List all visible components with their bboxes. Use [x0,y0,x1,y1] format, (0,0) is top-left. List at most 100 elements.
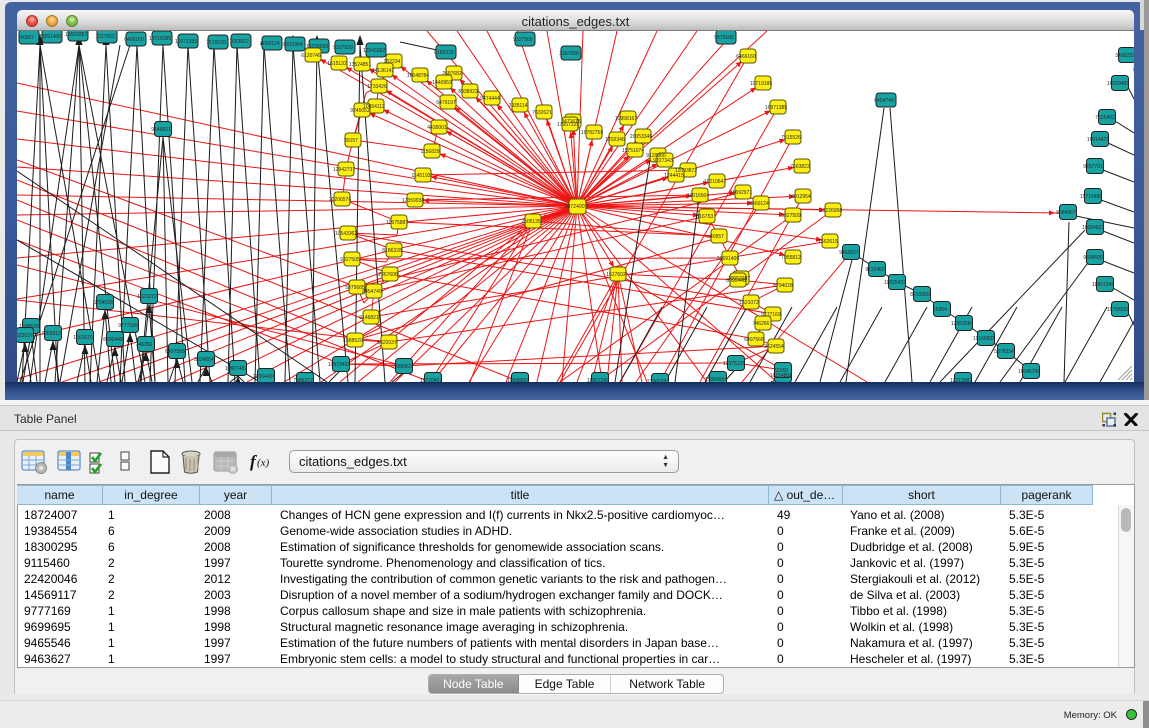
svg-text:9227343: 9227343 [653,158,673,164]
svg-text:8990448: 8990448 [726,278,746,284]
svg-text:10958167: 10958167 [615,116,637,122]
svg-text:1562615: 1562615 [818,239,838,245]
svg-text:2505135: 2505135 [521,219,541,225]
svg-text:6497568: 6497568 [744,337,764,343]
svg-text:7485063: 7485063 [392,364,412,370]
svg-text:40557: 40557 [710,234,724,240]
svg-text:9327509: 9327509 [333,45,353,51]
svg-text:9777169: 9777169 [118,323,138,329]
svg-text:6466160: 6466160 [736,54,756,60]
svg-text:(x): (x) [257,457,270,469]
svg-text:8660124: 8660124 [260,41,280,47]
svg-text:10807487: 10807487 [225,366,247,372]
svg-text:5878334: 5878334 [994,349,1014,355]
svg-text:1145193: 1145193 [411,173,430,179]
svg-text:7625402: 7625402 [1095,115,1115,121]
svg-text:1527602: 1527602 [95,34,115,40]
svg-text:16782759: 16782759 [581,130,603,136]
svg-text:12942737: 12942737 [333,167,355,173]
svg-text:6466160: 6466160 [124,37,144,43]
svg-text:6479197: 6479197 [436,100,456,106]
svg-text:20053346: 20053346 [630,134,652,140]
svg-text:8454749: 8454749 [874,98,894,104]
svg-text:39157: 39157 [344,138,358,144]
svg-text:1621072: 1621072 [739,300,759,306]
svg-text:2687682: 2687682 [442,71,462,77]
svg-text:10653287: 10653287 [65,32,87,38]
svg-text:17957225: 17957225 [557,122,579,128]
svg-text:1562615: 1562615 [73,335,93,341]
svg-text:3624554: 3624554 [194,357,214,363]
svg-text:1156829: 1156829 [420,149,439,155]
svg-text:15716485: 15716485 [1080,194,1102,200]
svg-text:13226058: 13226058 [306,44,328,50]
svg-text:252234: 252234 [384,59,401,65]
svg-text:7632621: 7632621 [532,110,552,116]
svg-text:116753: 116753 [697,214,714,220]
svg-text:15692971: 15692971 [730,190,752,196]
svg-text:1733426: 1733426 [367,84,387,90]
svg-text:9699695: 9699695 [1083,255,1103,261]
svg-text:1588520: 1588520 [343,338,363,344]
svg-text:3498222: 3498222 [1115,53,1134,59]
svg-text:13524851: 13524851 [349,62,371,68]
svg-text:4435001: 4435001 [427,125,447,131]
svg-text:18807249: 18807249 [1092,282,1114,288]
svg-text:13226058: 13226058 [820,208,842,214]
svg-text:40557: 40557 [20,35,34,41]
svg-text:10973493: 10973493 [328,362,350,368]
svg-text:10975887: 10975887 [386,220,408,226]
svg-text:19756928: 19756928 [1107,307,1129,313]
svg-text:19166825: 19166825 [973,336,995,342]
svg-text:9463627: 9463627 [839,250,859,256]
svg-text:16046798: 16046798 [1018,369,1040,375]
svg-text:16971385: 16971385 [175,39,197,45]
svg-text:17016504: 17016504 [687,193,709,199]
svg-text:9327509: 9327509 [781,213,801,219]
svg-text:10543362: 10543362 [363,48,385,54]
svg-text:1440953: 1440953 [432,80,452,86]
svg-text:2935114: 2935114 [508,103,527,109]
svg-text:16914479: 16914479 [1087,137,1109,143]
svg-text:15751074: 15751074 [622,148,644,154]
svg-text:6794028: 6794028 [773,283,793,289]
svg-text:7663822: 7663822 [790,164,810,170]
svg-text:10543362: 10543362 [335,231,357,237]
svg-text:20691406: 20691406 [39,34,61,40]
svg-text:5322037: 5322037 [17,333,33,339]
svg-text:1292346: 1292346 [605,137,625,143]
svg-text:20691406: 20691406 [717,256,739,262]
svg-text:10719185: 10719185 [149,36,171,42]
svg-text:2367608: 2367608 [378,272,398,278]
svg-text:1244415: 1244415 [664,173,684,179]
svg-text:1621072: 1621072 [137,294,157,300]
svg-text:9084067: 9084067 [1056,210,1076,216]
svg-text:5322037: 5322037 [377,340,397,346]
svg-text:7955812: 7955812 [781,255,801,261]
svg-text:1615132: 1615132 [327,61,347,67]
svg-text:16954: 16954 [933,307,947,313]
svg-text:746266: 746266 [753,321,770,327]
svg-text:18724007: 18724007 [564,204,587,210]
svg-text:8912954: 8912954 [791,194,811,200]
svg-text:20364436: 20364436 [253,374,275,380]
svg-text:6497568: 6497568 [165,349,185,355]
svg-text:7663822: 7663822 [229,39,249,45]
svg-text:10025433: 10025433 [884,280,906,286]
svg-text:12353584: 12353584 [951,321,973,327]
svg-text:6120746: 6120746 [301,53,321,59]
svg-text:9327505: 9327505 [513,37,533,43]
svg-text:5875685: 5875685 [714,35,734,41]
svg-text:7515526: 7515526 [206,40,226,46]
svg-text:9245052: 9245052 [350,108,370,114]
svg-text:6794028: 6794028 [93,300,113,306]
svg-text:9474444: 9474444 [480,96,500,102]
svg-text:14136141: 14136141 [372,68,394,74]
svg-text:17359938: 17359938 [402,198,424,204]
svg-text:746266: 746266 [136,342,153,348]
svg-text:3624554: 3624554 [764,344,784,350]
svg-text:16210647: 16210647 [704,179,726,185]
svg-text:1527602: 1527602 [606,272,626,278]
svg-text:8660124: 8660124 [749,201,769,207]
svg-text:16648784: 16648784 [407,73,429,79]
